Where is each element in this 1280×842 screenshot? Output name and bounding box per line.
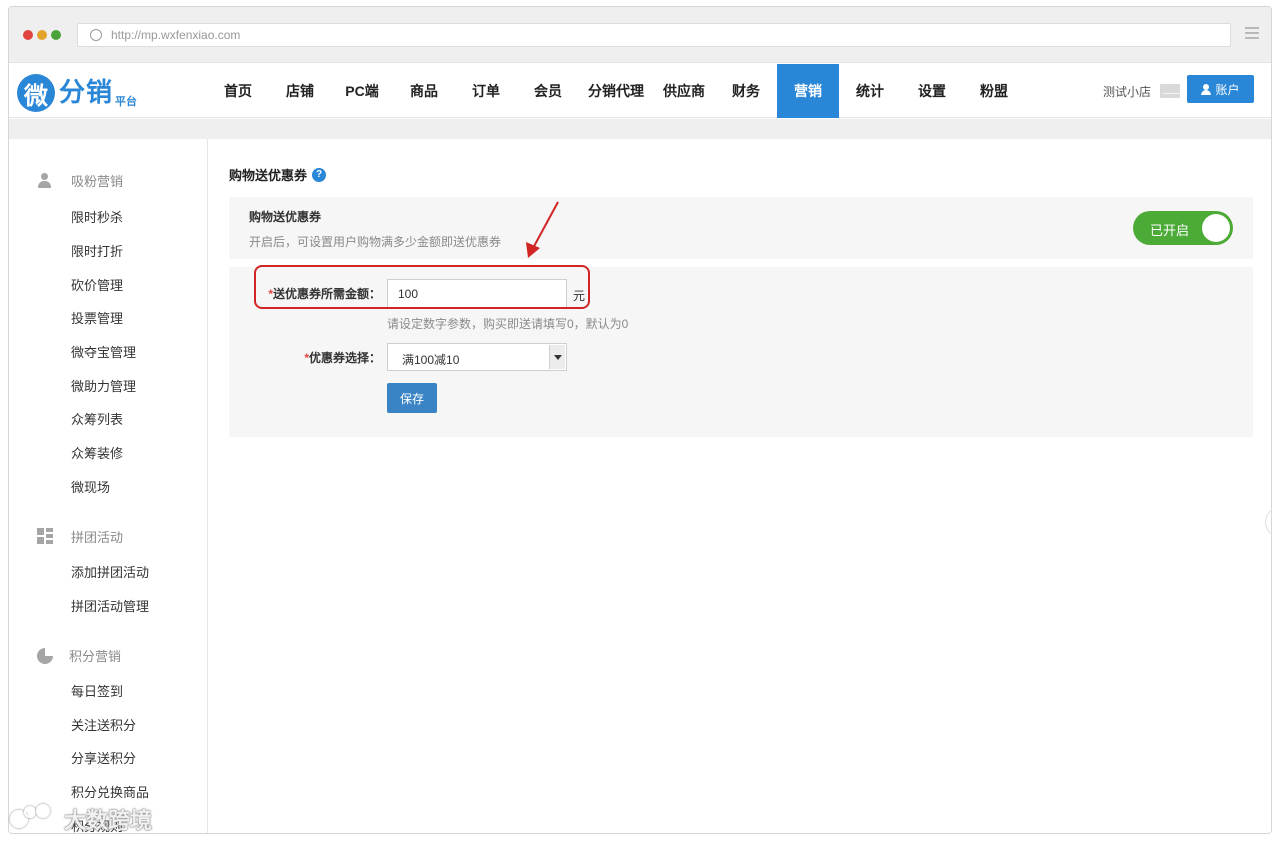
feature-panel: 购物送优惠券 开启后，可设置用户购物满多少金额即送优惠券 已开启 [229, 197, 1253, 259]
help-icon[interactable]: ? [312, 167, 327, 182]
sidebar-group-title: 吸粉营销 [71, 174, 124, 189]
account-button[interactable]: 账户 [1187, 75, 1254, 103]
toggle-label: 已开启 [1150, 223, 1190, 238]
nav-item-orders[interactable]: 订单 [455, 64, 517, 118]
sidebar-item-vote[interactable]: 投票管理 [71, 308, 123, 327]
nav-item-suppliers[interactable]: 供应商 [653, 64, 715, 118]
panel-description: 开启后，可设置用户购物满多少金额即送优惠券 [249, 235, 502, 249]
nav-item-settings[interactable]: 设置 [901, 64, 963, 118]
chevron-down-icon[interactable] [549, 345, 565, 369]
page-title: 购物送优惠券 ? [229, 165, 327, 184]
watermark: 大数跨境 [10, 803, 152, 835]
nav-item-products[interactable]: 商品 [393, 64, 455, 118]
sidebar-item-daily-checkin[interactable]: 每日签到 [71, 681, 123, 700]
people-icon [37, 172, 55, 190]
toggle-knob [1202, 214, 1230, 242]
minimize-window-button[interactable] [37, 30, 47, 40]
nav-item-store[interactable]: 店铺 [269, 64, 331, 118]
logo-mark: 微 [17, 74, 55, 112]
grid-icon [37, 527, 55, 546]
top-navigation: 微 分销 平台 首页 店铺 PC端 商品 订单 会员 分销代理 供应商 财务 营… [9, 64, 1271, 118]
sidebar-item-bargain[interactable]: 砍价管理 [71, 275, 123, 294]
sidebar-item-crowdfund-list[interactable]: 众筹列表 [71, 409, 123, 428]
feature-toggle[interactable]: 已开启 [1133, 211, 1233, 245]
nav-item-home[interactable]: 首页 [207, 64, 269, 118]
watermark-text: 大数跨境 [64, 808, 153, 833]
sidebar-group-points: 积分营销 [37, 646, 121, 665]
user-icon [1201, 83, 1212, 95]
amount-hint: 请设定数字参数，购买即送请填写0，默认为0 [387, 317, 629, 331]
coupon-select-value: 满100减10 [402, 353, 460, 367]
panel-heading: 购物送优惠券 [249, 210, 322, 224]
sidebar-item-flash-sale[interactable]: 限时秒杀 [71, 207, 123, 226]
save-button[interactable]: 保存 [387, 383, 437, 413]
browser-chrome: http://mp.wxfenxiao.com [9, 7, 1271, 63]
nav-item-marketing[interactable]: 营销 [777, 64, 839, 118]
browser-menu-icon[interactable] [1245, 27, 1259, 41]
sidebar-item-points-exchange[interactable]: 积分兑换商品 [71, 782, 149, 801]
sidebar-item-crowdfund-decor[interactable]: 众筹装修 [71, 443, 123, 462]
main-nav: 首页 店铺 PC端 商品 订单 会员 分销代理 供应商 财务 营销 统计 设置 … [207, 64, 1025, 118]
nav-item-statistics[interactable]: 统计 [839, 64, 901, 118]
sidebar-group-title: 拼团活动 [71, 530, 124, 545]
coupon-select[interactable]: 满100减10 [387, 343, 567, 371]
logo-subtitle: 平台 [115, 96, 138, 108]
reload-icon[interactable] [90, 29, 102, 41]
nav-item-fan-alliance[interactable]: 粉盟 [963, 64, 1025, 118]
page-title-text: 购物送优惠券 [229, 168, 308, 183]
sidebar-group-fans: 吸粉营销 [37, 171, 123, 190]
pie-chart-icon [37, 647, 53, 664]
sidebar-group-group-buy: 拼团活动 [37, 527, 123, 546]
main-content: 购物送优惠券 ? 购物送优惠券 开启后，可设置用户购物满多少金额即送优惠券 已开… [209, 139, 1271, 833]
nav-item-finance[interactable]: 财务 [715, 64, 777, 118]
logo-text: 分销 [59, 78, 114, 108]
store-name[interactable]: 测试小店 [1103, 83, 1151, 100]
sidebar-item-add-group-buy[interactable]: 添加拼团活动 [71, 562, 149, 581]
maximize-window-button[interactable] [51, 30, 61, 40]
nav-item-members[interactable]: 会员 [517, 64, 579, 118]
close-window-button[interactable] [23, 30, 33, 40]
sidebar-item-share-points[interactable]: 分享送积分 [71, 748, 136, 767]
browser-window: http://mp.wxfenxiao.com 微 分销 平台 首页 店铺 PC… [8, 6, 1272, 834]
sidebar-item-manage-group-buy[interactable]: 拼团活动管理 [71, 596, 149, 615]
sidebar-item-assist[interactable]: 微助力管理 [71, 376, 136, 395]
annotation-highlight-box [254, 265, 590, 309]
watermark-logo-icon [10, 804, 56, 834]
sidebar: 吸粉营销 限时秒杀 限时打折 砍价管理 投票管理 微夺宝管理 微助力管理 众筹列… [9, 139, 208, 833]
coupon-label-text: *优惠券选择： [304, 351, 381, 365]
sidebar-item-follow-points[interactable]: 关注送积分 [71, 715, 136, 734]
annotation-arrow-icon [526, 201, 559, 258]
sidebar-item-live-event[interactable]: 微现场 [71, 477, 110, 496]
sub-header-bar [9, 119, 1271, 139]
logo[interactable]: 微 分销 平台 [17, 72, 137, 112]
coupon-label: *优惠券选择： [263, 349, 381, 366]
mail-icon[interactable] [1160, 84, 1180, 98]
sidebar-item-time-discount[interactable]: 限时打折 [71, 241, 123, 260]
nav-item-pc[interactable]: PC端 [331, 64, 393, 118]
sidebar-item-treasure[interactable]: 微夺宝管理 [71, 342, 136, 361]
account-label: 账户 [1215, 82, 1240, 97]
nav-item-distribution[interactable]: 分销代理 [579, 64, 653, 118]
address-bar[interactable]: http://mp.wxfenxiao.com [77, 23, 1231, 47]
url-text: http://mp.wxfenxiao.com [111, 28, 241, 42]
sidebar-group-title: 积分营销 [69, 649, 122, 664]
